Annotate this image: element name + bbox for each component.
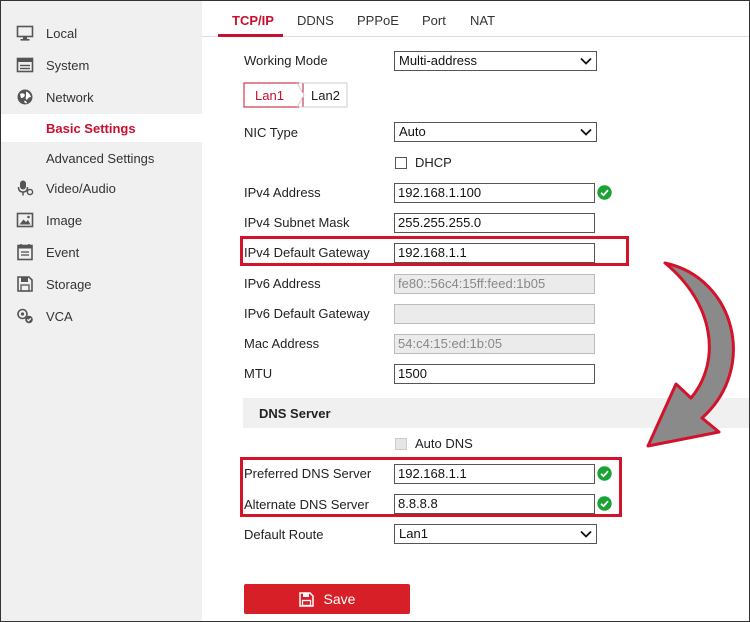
- image-icon: [16, 212, 34, 228]
- annotation-arrow: [646, 261, 735, 448]
- highlight-box-gateway: [240, 236, 629, 266]
- sidebar-item-local[interactable]: Local: [1, 19, 202, 47]
- auto-dns-label: Auto DNS: [415, 436, 473, 451]
- ipv6-gateway-input: [394, 304, 595, 324]
- default-route-select[interactable]: Lan1: [394, 524, 597, 544]
- sidebar-subitem-advanced-settings[interactable]: Advanced Settings: [1, 144, 202, 172]
- nic-type-select[interactable]: Auto: [394, 122, 597, 142]
- sidebar-item-label: Image: [46, 213, 83, 228]
- auto-dns-checkbox[interactable]: [395, 438, 407, 450]
- chevron-down-icon: [580, 530, 592, 538]
- sidebar-item-label: Network: [46, 90, 94, 105]
- chevron-down-icon: [580, 128, 592, 136]
- sidebar-item-network[interactable]: Network: [1, 83, 202, 111]
- tab-nat[interactable]: NAT: [470, 13, 495, 28]
- dns-section-title: DNS Server: [259, 406, 331, 421]
- sidebar-item-video-audio[interactable]: Video/Audio: [1, 174, 202, 202]
- ipv4-address-input[interactable]: 192.168.1.100: [394, 183, 595, 203]
- mtu-label: MTU: [244, 366, 273, 381]
- ipv6-address-label: IPv6 Address: [244, 276, 321, 291]
- system-icon: [16, 57, 34, 73]
- storage-icon: [17, 276, 33, 292]
- mac-address-label: Mac Address: [244, 336, 320, 351]
- working-mode-value: Multi-address: [399, 53, 478, 68]
- sidebar-item-storage[interactable]: Storage: [1, 270, 202, 298]
- sidebar-item-vca[interactable]: VCA: [1, 302, 202, 330]
- valid-check-icon: [597, 185, 612, 200]
- monitor-icon: [16, 25, 34, 41]
- mtu-input[interactable]: 1500: [394, 364, 595, 384]
- save-button[interactable]: Save: [244, 584, 410, 614]
- sidebar-item-system[interactable]: System: [1, 51, 202, 79]
- sidebar: Local System Network Basic Settings Adva…: [1, 1, 202, 621]
- ipv6-gateway-label: IPv6 Default Gateway: [244, 306, 370, 321]
- mac-address-input: 54:c4:15:ed:1b:05: [394, 334, 595, 354]
- sidebar-item-label: Video/Audio: [46, 181, 116, 196]
- vca-icon: [17, 308, 33, 324]
- tab-port[interactable]: Port: [422, 13, 446, 28]
- tab-lan1[interactable]: Lan1: [255, 88, 284, 103]
- microphone-icon: [17, 180, 34, 196]
- dhcp-label: DHCP: [415, 155, 452, 170]
- nic-type-value: Auto: [399, 124, 426, 139]
- save-icon: [298, 591, 314, 607]
- sidebar-item-event[interactable]: Event: [1, 238, 202, 266]
- default-route-value: Lan1: [399, 526, 428, 541]
- dhcp-checkbox[interactable]: [395, 157, 407, 169]
- chevron-down-icon: [580, 57, 592, 65]
- ipv4-subnet-label: IPv4 Subnet Mask: [244, 215, 350, 230]
- tab-bar: TCP/IP DDNS PPPoE Port NAT: [202, 1, 749, 37]
- sidebar-item-image[interactable]: Image: [1, 206, 202, 234]
- sidebar-item-label: Event: [46, 245, 80, 260]
- tab-lan2[interactable]: Lan2: [311, 88, 340, 103]
- ipv4-address-label: IPv4 Address: [244, 185, 321, 200]
- globe-icon: [17, 89, 33, 105]
- ipv4-subnet-input[interactable]: 255.255.255.0: [394, 213, 595, 233]
- sidebar-subitem-basic-settings[interactable]: Basic Settings: [1, 114, 202, 142]
- sidebar-item-label: VCA: [46, 309, 73, 324]
- sidebar-item-label: Storage: [46, 277, 92, 292]
- nic-type-label: NIC Type: [244, 125, 298, 140]
- save-button-label: Save: [323, 591, 356, 607]
- default-route-label: Default Route: [244, 527, 324, 542]
- sidebar-item-label: Local: [46, 26, 78, 41]
- ipv6-address-input: fe80::56c4:15ff:feed:1b05: [394, 274, 595, 294]
- sidebar-subitem-label: Advanced Settings: [46, 151, 155, 166]
- tab-ddns[interactable]: DDNS: [297, 13, 334, 28]
- sidebar-item-label: System: [46, 58, 90, 73]
- sidebar-subitem-label: Basic Settings: [46, 121, 136, 136]
- working-mode-label: Working Mode: [244, 53, 328, 68]
- event-icon: [17, 244, 33, 261]
- tab-tcp-ip[interactable]: TCP/IP: [232, 13, 274, 28]
- active-tab-indicator: [218, 34, 283, 37]
- working-mode-select[interactable]: Multi-address: [394, 51, 597, 71]
- highlight-box-dns: [240, 457, 622, 517]
- tab-pppoe[interactable]: PPPoE: [357, 13, 399, 28]
